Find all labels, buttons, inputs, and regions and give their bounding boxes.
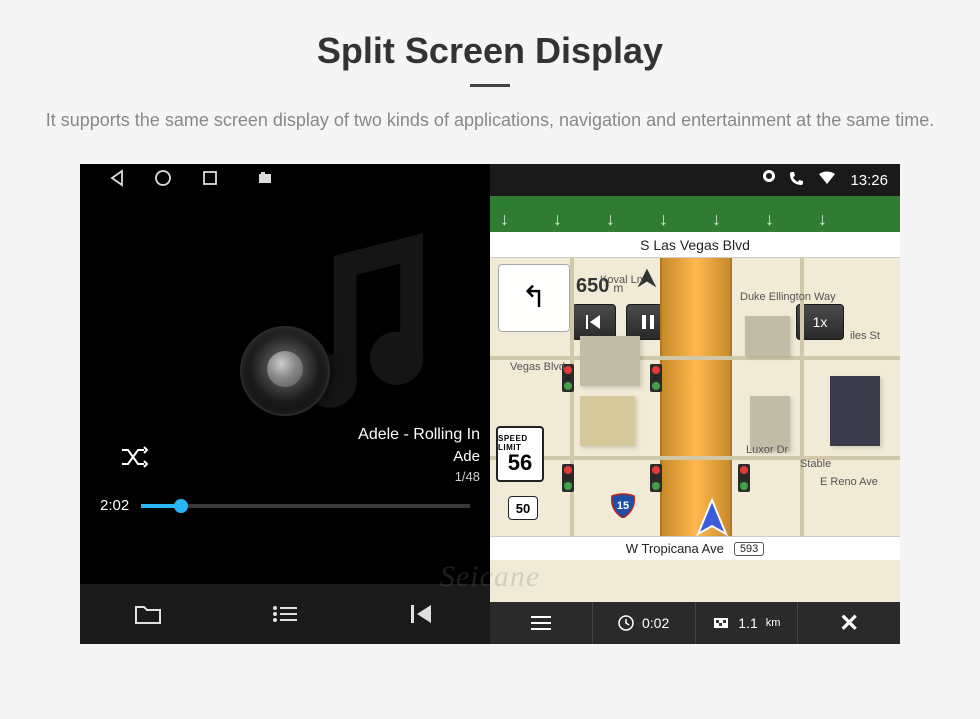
page-subtitle: It supports the same screen display of t… <box>40 107 940 134</box>
wifi-icon <box>818 171 836 189</box>
street-label: Koval Ln <box>600 274 643 286</box>
street-label: E Reno Ave <box>820 476 878 488</box>
shuffle-icon[interactable] <box>120 445 150 474</box>
elapsed-time: 2:02 <box>100 497 129 514</box>
recent-apps-icon[interactable] <box>202 170 218 191</box>
traffic-light-icon <box>562 464 574 492</box>
lane-arrow-icon: ↓ <box>659 209 668 230</box>
home-icon[interactable] <box>154 169 172 192</box>
bottom-street-bar: W Tropicana Ave 593 <box>490 536 900 560</box>
turn-instruction: ↰ <box>498 264 570 332</box>
top-street-name: S Las Vegas Blvd <box>490 232 900 258</box>
svg-text:15: 15 <box>617 500 629 512</box>
remaining-dist-unit: km <box>766 617 781 629</box>
lane-arrow-icon: ↓ <box>818 209 827 230</box>
track-artist: Ade <box>358 448 480 465</box>
playlist-button[interactable] <box>217 604 354 624</box>
remaining-distance[interactable]: 1.1 km <box>696 602 799 644</box>
page-title: Split Screen Display <box>0 30 980 72</box>
navigation-panel: 13:26 ↓ ↓ ↓ ↓ ↓ ↓ ↓ S Las Vegas Blvd ↰ 6… <box>490 164 900 644</box>
back-icon[interactable] <box>110 169 124 192</box>
android-nav-bar <box>80 164 490 196</box>
music-bottom-bar <box>80 584 490 644</box>
track-count: 1/48 <box>358 469 480 484</box>
traffic-light-icon <box>650 464 662 492</box>
bottom-shield: 593 <box>734 542 764 556</box>
speed-limit-value: 56 <box>508 452 532 474</box>
bottom-street-name: W Tropicana Ave <box>626 541 724 556</box>
street-label: iles St <box>850 330 880 342</box>
lane-arrow-icon: ↓ <box>712 209 721 230</box>
route-shield: 50 <box>508 496 538 520</box>
folder-button[interactable] <box>80 603 217 625</box>
speed-limit-sign: SPEED LIMIT 56 <box>496 426 544 482</box>
highway <box>660 258 732 536</box>
music-panel: Adele - Rolling In Ade 1/48 2:02 <box>80 164 490 644</box>
clock-time: 13:26 <box>850 172 888 189</box>
lane-arrow-icon: ↓ <box>606 209 615 230</box>
position-cursor-icon <box>690 496 734 540</box>
seek-bar[interactable] <box>141 504 470 508</box>
lane-arrow-icon: ↓ <box>500 209 509 230</box>
eta-time: 0:02 <box>642 615 669 631</box>
status-bar: 13:26 <box>490 164 900 196</box>
previous-button[interactable] <box>353 603 490 625</box>
map-area[interactable]: ↓ ↓ ↓ ↓ ↓ ↓ ↓ S Las Vegas Blvd ↰ 650 m 3… <box>490 196 900 602</box>
lane-arrow-icon: ↓ <box>765 209 774 230</box>
remaining-dist-value: 1.1 <box>738 615 757 631</box>
interstate-shield-icon: 15 <box>610 492 636 518</box>
lane-arrow-icon: ↓ <box>553 209 562 230</box>
close-icon: ✕ <box>839 609 859 638</box>
joystick-control[interactable] <box>240 326 330 416</box>
street-label: Stable <box>800 458 831 470</box>
traffic-light-icon <box>650 364 662 392</box>
title-divider <box>470 84 510 87</box>
street-label: Vegas Blvd <box>510 361 565 373</box>
screenshot-icon[interactable] <box>258 171 272 190</box>
street-label: Luxor Dr <box>746 444 788 456</box>
nav-bottom-bar: 0:02 1.1 km ✕ <box>490 602 900 644</box>
turn-left-icon: ↰ <box>521 283 546 313</box>
track-info: Adele - Rolling In Ade 1/48 <box>358 426 480 484</box>
progress-row: 2:02 <box>100 497 470 514</box>
phone-icon <box>789 171 804 190</box>
direction-banner: ↓ ↓ ↓ ↓ ↓ ↓ ↓ <box>490 196 900 232</box>
close-button[interactable]: ✕ <box>798 602 900 644</box>
street-label: Duke Ellington Way <box>740 291 836 303</box>
traffic-light-icon <box>738 464 750 492</box>
track-title: Adele - Rolling In <box>358 426 480 444</box>
sim-prev-button[interactable] <box>572 304 616 340</box>
menu-button[interactable] <box>490 602 593 644</box>
location-icon <box>763 170 775 190</box>
split-screen-device: Adele - Rolling In Ade 1/48 2:02 <box>80 164 900 644</box>
eta-display[interactable]: 0:02 <box>593 602 696 644</box>
music-body: Adele - Rolling In Ade 1/48 2:02 <box>80 196 490 584</box>
